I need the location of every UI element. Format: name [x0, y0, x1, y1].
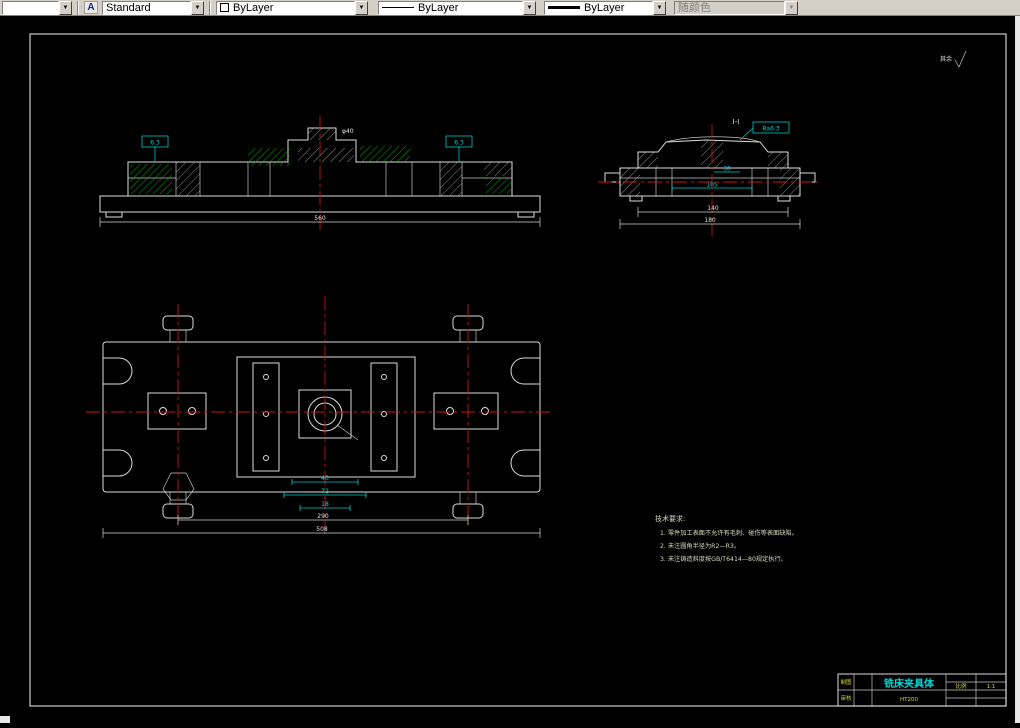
title-block-row2-label: 审核 [840, 694, 852, 702]
svg-text:6.3: 6.3 [150, 140, 160, 147]
linetype-combo[interactable]: ByLayer ▼ [378, 0, 536, 15]
hatch-section [298, 148, 354, 162]
text-style-icon[interactable]: A [84, 1, 98, 14]
linetype-sample-icon [382, 7, 414, 8]
svg-text:30: 30 [723, 166, 731, 173]
color-combo[interactable]: ByLayer ▼ [216, 0, 368, 15]
surface-finish-flag: Ra6.3 [739, 121, 790, 141]
color-swatch [220, 3, 229, 12]
dimension: 40 72 18 [283, 475, 367, 511]
technical-requirements: 技术要求: 1. 零件加工表面不允许有毛刺、碰伤等表面缺陷。 2. 未注圆角半径… [655, 514, 798, 563]
scale-value: 1:1 [987, 684, 996, 690]
lineweight-combo-field[interactable]: ByLayer [544, 0, 653, 15]
roughness-label: 其余 [940, 55, 952, 63]
svg-text:560: 560 [314, 215, 326, 222]
sheet-frame [29, 33, 1007, 707]
plot-style-combo-field: 随颜色 [674, 0, 785, 15]
highlight-hatch [162, 472, 195, 501]
tech-req-item: 3. 未注铸造斜度按GB/T6414—80规定执行。 [660, 555, 787, 563]
hatch-section [440, 162, 462, 196]
tech-req-item: 1. 零件加工表面不允许有毛刺、碰伤等表面缺陷。 [660, 529, 798, 537]
color-combo-field[interactable]: ByLayer [216, 0, 355, 15]
highlight-hatch [486, 178, 512, 194]
hatch-section [308, 128, 336, 140]
text-style-combo-value: Standard [106, 1, 151, 14]
svg-text:508: 508 [316, 526, 328, 533]
roughness-symbol-icon [954, 50, 967, 68]
lineweight-combo[interactable]: ByLayer ▼ [544, 0, 666, 15]
layer-combo[interactable]: ▼ [2, 0, 72, 15]
vertical-scrollbar[interactable] [1015, 16, 1020, 723]
drawing-canvas[interactable]: 其余 6.3 6.3 560 φ40 I-I Ra6.3 105 30 140 … [0, 16, 1015, 723]
roughness-corner-note: 其余 [940, 50, 967, 68]
lineweight-sample-icon [548, 6, 580, 9]
lineweight-combo-value: ByLayer [584, 1, 625, 14]
toolbar-separator [209, 0, 211, 15]
hatch-section [176, 162, 200, 196]
scrollbar-corner [0, 716, 10, 723]
part-name: 铣床夹具体 [884, 677, 935, 690]
plan-view: 40 72 18 290 508 [86, 296, 554, 538]
svg-text:72: 72 [321, 488, 329, 495]
toolbar-separator [77, 0, 79, 15]
text-style-combo[interactable]: Standard ▼ [102, 0, 204, 15]
svg-text:290: 290 [317, 513, 329, 520]
svg-text:180: 180 [704, 217, 716, 224]
chevron-down-icon[interactable]: ▼ [191, 0, 204, 15]
chevron-down-icon: ▼ [785, 0, 798, 15]
svg-text:6.3: 6.3 [454, 140, 464, 147]
svg-text:140: 140 [707, 205, 719, 212]
front-section-view: 6.3 6.3 560 φ40 [99, 116, 541, 230]
plot-style-combo-value: 随颜色 [678, 1, 711, 14]
highlight-hatch [248, 148, 290, 166]
chevron-down-icon[interactable]: ▼ [59, 0, 72, 15]
linetype-combo-field[interactable]: ByLayer [378, 0, 523, 15]
tech-req-item: 2. 未注圆角半径为R2—R3。 [660, 542, 740, 550]
svg-text:40: 40 [321, 475, 329, 482]
dimension: 140 180 [619, 205, 801, 229]
section-label: I-I [733, 118, 740, 126]
material: HT200 [900, 697, 918, 703]
hatch-section [484, 162, 512, 176]
svg-text:Ra6.3: Ra6.3 [762, 126, 779, 133]
hatch-section [638, 152, 658, 168]
highlight-hatch [360, 146, 410, 162]
tech-req-title: 技术要求: [655, 514, 685, 523]
surface-finish-flag: 6.3 [141, 135, 169, 162]
plot-style-combo: 随颜色 ▼ [674, 0, 798, 15]
layer-combo-field[interactable] [2, 0, 59, 15]
scale-label: 比例 [955, 682, 967, 690]
title-block-row1-label: 制图 [840, 678, 852, 686]
chevron-down-icon[interactable]: ▼ [355, 0, 368, 15]
dimension: 290 508 [102, 513, 541, 538]
color-combo-value: ByLayer [233, 1, 274, 14]
side-section-view: I-I Ra6.3 105 30 140 180 [598, 118, 818, 236]
highlight-hatch [130, 164, 172, 194]
properties-toolbar: ▼ A Standard ▼ ByLayer ▼ ByLayer ▼ ByLay… [0, 0, 1020, 16]
hatch-section [768, 152, 788, 168]
chevron-down-icon[interactable]: ▼ [653, 0, 666, 15]
title-block: 制图 审核 铣床夹具体 HT200 比例 1:1 [837, 673, 1007, 707]
surface-finish-flag: 6.3 [445, 135, 473, 162]
linetype-combo-value: ByLayer [418, 1, 459, 14]
text-style-combo-field[interactable]: Standard [102, 0, 191, 15]
svg-text:18: 18 [321, 501, 329, 508]
chevron-down-icon[interactable]: ▼ [523, 0, 536, 15]
svg-text:φ40: φ40 [342, 128, 354, 135]
